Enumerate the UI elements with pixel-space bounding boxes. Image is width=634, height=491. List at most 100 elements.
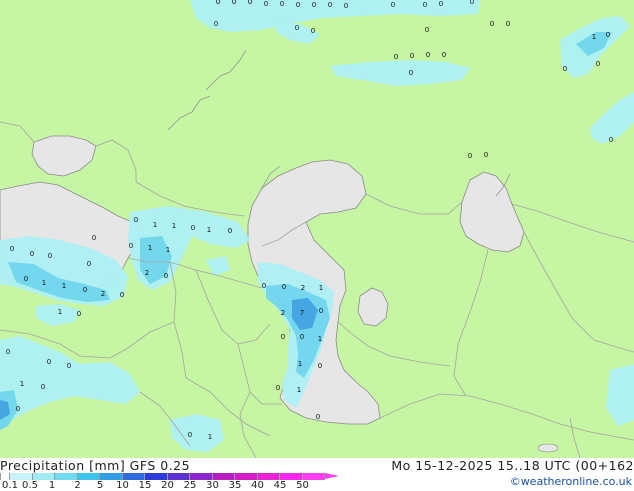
- legend-tick-label: 20: [161, 480, 174, 491]
- precip-value-label: 1: [58, 308, 62, 316]
- precip-value-label: 0: [92, 234, 96, 242]
- precip-value-label: 0: [134, 216, 138, 224]
- precip-value-label: 0: [470, 0, 474, 6]
- credit-link[interactable]: ©weatheronline.co.uk: [510, 475, 632, 488]
- precip-value-label: 0: [328, 1, 332, 9]
- legend-swatch: [167, 473, 190, 480]
- legend-swatch: [212, 473, 235, 480]
- precip-value-label: 7: [300, 309, 304, 317]
- legend-swatch: [257, 473, 280, 480]
- legend-tick-label: 25: [183, 480, 197, 491]
- legend-swatch: [0, 473, 10, 480]
- legend-swatch: [302, 473, 325, 480]
- precip-value-label: 0: [30, 250, 34, 258]
- precip-value-label: 1: [298, 360, 302, 368]
- precip-value-label: 0: [191, 224, 195, 232]
- precip-value-label: 0: [228, 227, 232, 235]
- precip-value-label: 0: [606, 31, 610, 39]
- precip-value-label: 0: [391, 1, 395, 9]
- precip-value-label: 2: [101, 290, 105, 298]
- precip-value-label: 0: [248, 0, 252, 6]
- precip-value-label: 0: [16, 405, 20, 413]
- precip-value-label: 0: [10, 245, 14, 253]
- precip-value-label: 0: [312, 1, 316, 9]
- precipitation-map[interactable]: 0 0 0 0 0 0 0 0 0 0 0 0 0 0 0 0 0 0 0 1 0 0 0 0 0 0 0 0 0 0 0 0 1 1 0 1 0 0 0 1…: [0, 0, 634, 458]
- precip-value-label: 0: [468, 152, 472, 160]
- precip-value-label: 1: [153, 221, 157, 229]
- precip-value-label: 0: [425, 26, 429, 34]
- precip-value-label: 1: [208, 433, 212, 441]
- precip-value-label: 0: [77, 310, 81, 318]
- legend-swatch: [280, 473, 303, 480]
- precip-value-label: 1: [318, 335, 322, 343]
- precip-value-label: 1: [207, 226, 211, 234]
- precip-value-label: 1: [62, 282, 66, 290]
- precip-value-label: 1: [297, 386, 301, 394]
- legend-swatch: [190, 473, 213, 480]
- valid-time: Mo 15-12-2025 15..18 UTC (00+162: [391, 458, 634, 473]
- precip-value-label: 0: [232, 0, 236, 6]
- legend-tick-label: 45: [273, 480, 287, 491]
- legend-tick-label: 40: [251, 480, 264, 491]
- precip-value-label: 0: [281, 333, 285, 341]
- precip-value-label: 1: [20, 380, 24, 388]
- precip-value-label: 0: [214, 20, 218, 28]
- precip-value-label: 0: [609, 136, 613, 144]
- legend-swatch: [100, 473, 123, 480]
- precip-value-label: 0: [316, 413, 320, 421]
- precip-value-label: 0: [319, 307, 323, 315]
- precip-value-label: 0: [282, 283, 286, 291]
- precip-value-label: 1: [166, 246, 170, 254]
- precip-value-label: 0: [262, 282, 266, 290]
- legend-swatch: [55, 473, 78, 480]
- legend-tick-label: 30: [206, 480, 219, 491]
- precip-value-label: 0: [439, 0, 443, 8]
- precip-value-label: 0: [164, 272, 168, 280]
- precip-value-label: 0: [87, 260, 91, 268]
- precip-value-label: 0: [394, 53, 398, 61]
- precip-value-label: 0: [442, 51, 446, 59]
- legend-tick-label: 50: [296, 480, 309, 491]
- legend-swatch: [77, 473, 100, 480]
- precip-value-label: 0: [426, 51, 430, 59]
- precip-value-label: 1: [172, 222, 176, 230]
- precip-value-label: 1: [42, 279, 46, 287]
- map-title: Precipitation [mm] GFS 0.25: [0, 458, 191, 473]
- precip-value-label: 1: [148, 244, 152, 252]
- legend-swatches: [0, 473, 325, 480]
- precip-value-label: 0: [280, 0, 284, 8]
- precip-value-label: 0: [300, 333, 304, 341]
- legend-swatch: [32, 473, 55, 480]
- legend-swatch: [235, 473, 258, 480]
- lake-balkhash: [537, 443, 559, 453]
- legend-tick-label: 2: [74, 480, 81, 491]
- precip-value-label: 0: [410, 52, 414, 60]
- precip-value-label: 2: [145, 269, 149, 277]
- legend-arrow-icon: [325, 473, 339, 479]
- precip-value-label: 1: [592, 33, 596, 41]
- footer-bar: Precipitation [mm] GFS 0.25 Mo 15-12-202…: [0, 458, 634, 491]
- legend-swatch: [10, 473, 33, 480]
- precip-value-label: 0: [318, 362, 322, 370]
- legend-tick-label: 5: [96, 480, 104, 491]
- legend-tick-label: 10: [116, 480, 129, 491]
- precip-value-label: 0: [48, 252, 52, 260]
- precip-value-label: 0: [41, 383, 45, 391]
- precip-value-label: 0: [296, 1, 300, 9]
- precip-value-label: 0: [129, 242, 133, 250]
- precip-value-label: 0: [596, 60, 600, 68]
- precip-value-label: 0: [83, 286, 87, 294]
- precip-value-label: 0: [6, 348, 10, 356]
- precip-value-label: 0: [188, 431, 192, 439]
- precip-value-label: 1: [319, 284, 323, 292]
- precip-value-label: 0: [264, 0, 268, 8]
- precip-value-label: 0: [563, 65, 567, 73]
- precip-value-label: 2: [281, 309, 285, 317]
- precip-value-label: 0: [409, 69, 413, 77]
- precip-value-label: 0: [276, 384, 280, 392]
- precip-value-label: 2: [301, 284, 305, 292]
- precip-value-label: 0: [295, 24, 299, 32]
- legend-swatch: [145, 473, 168, 480]
- legend-tick-label: 35: [228, 480, 242, 491]
- precip-value-label: 0: [120, 291, 124, 299]
